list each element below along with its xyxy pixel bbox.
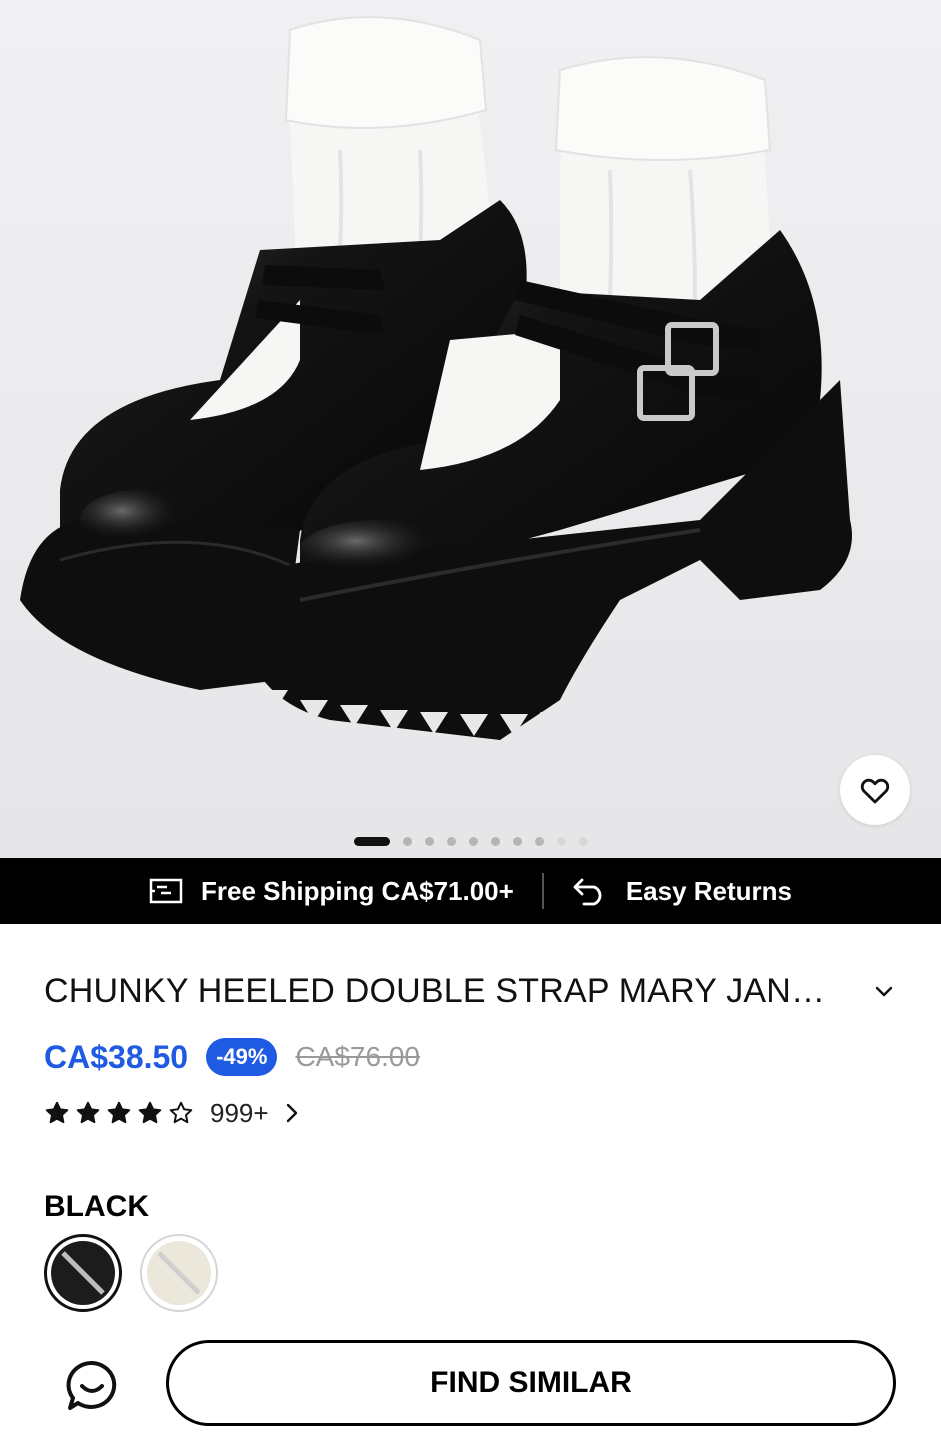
product-title-row[interactable]: CHUNKY HEELED DOUBLE STRAP MARY JANE SHO… bbox=[44, 968, 904, 1014]
star-empty-icon bbox=[169, 1101, 193, 1124]
sold-out-slash-icon bbox=[157, 1251, 201, 1295]
customer-service-button[interactable] bbox=[62, 1356, 122, 1416]
find-similar-button[interactable]: FIND SIMILAR bbox=[166, 1340, 896, 1426]
gallery-dot[interactable] bbox=[403, 836, 412, 846]
service-bar: Free Shipping CA$71.00+ Easy Returns bbox=[0, 858, 941, 924]
star-filled-icon bbox=[76, 1101, 100, 1124]
gallery-dot[interactable] bbox=[469, 836, 478, 846]
price-row: CA$38.50 -49% CA$76.00 bbox=[44, 1034, 420, 1080]
free-shipping-label: Free Shipping CA$71.00+ bbox=[200, 875, 514, 906]
rating-row[interactable]: 999+ bbox=[44, 1094, 301, 1132]
easy-returns-info[interactable]: Easy Returns bbox=[572, 876, 792, 907]
gallery-dot[interactable] bbox=[579, 836, 588, 846]
gallery-dot[interactable] bbox=[491, 836, 500, 846]
free-shipping-info[interactable]: Free Shipping CA$71.00+ bbox=[149, 876, 514, 907]
review-count: 999+ bbox=[210, 1097, 269, 1128]
heart-icon bbox=[860, 778, 890, 804]
easy-returns-label: Easy Returns bbox=[625, 875, 792, 906]
chevron-right-icon bbox=[286, 1103, 297, 1123]
chat-bubble-icon bbox=[66, 1360, 117, 1410]
color-swatch-beige[interactable] bbox=[140, 1234, 218, 1312]
product-image-gallery[interactable] bbox=[0, 0, 941, 858]
wishlist-button[interactable] bbox=[840, 755, 910, 825]
star-filled-icon bbox=[45, 1101, 69, 1124]
gallery-dot[interactable] bbox=[557, 836, 566, 846]
gallery-dot[interactable] bbox=[535, 836, 544, 846]
sale-price: CA$38.50 bbox=[44, 1038, 189, 1075]
return-arrow-icon bbox=[573, 878, 602, 906]
chevron-down-icon bbox=[875, 986, 893, 997]
service-divider bbox=[541, 873, 544, 909]
gallery-pagination[interactable] bbox=[354, 836, 588, 846]
gallery-dot[interactable] bbox=[425, 836, 434, 846]
gallery-dot[interactable] bbox=[447, 836, 456, 846]
expand-title-button[interactable] bbox=[864, 971, 904, 1011]
product-photo bbox=[0, 0, 941, 858]
gallery-dot[interactable] bbox=[513, 836, 522, 846]
bottom-action-bar: FIND SIMILAR bbox=[0, 1336, 941, 1440]
sold-out-slash-icon bbox=[61, 1251, 105, 1295]
swatch-fill bbox=[147, 1241, 211, 1305]
color-swatch-list bbox=[44, 1234, 218, 1312]
selected-color-label: BLACK bbox=[44, 1190, 149, 1223]
swatch-fill bbox=[51, 1241, 115, 1305]
shipping-icon bbox=[149, 878, 183, 904]
star-filled-icon bbox=[138, 1101, 162, 1124]
star-filled-icon bbox=[107, 1101, 131, 1124]
discount-badge: -49% bbox=[206, 1038, 278, 1076]
gallery-dot[interactable] bbox=[354, 836, 390, 846]
original-price: CA$76.00 bbox=[295, 1041, 420, 1072]
color-swatch-black[interactable] bbox=[44, 1234, 122, 1312]
star-rating bbox=[44, 1100, 194, 1126]
product-title: CHUNKY HEELED DOUBLE STRAP MARY JANE SHO… bbox=[44, 971, 834, 1010]
